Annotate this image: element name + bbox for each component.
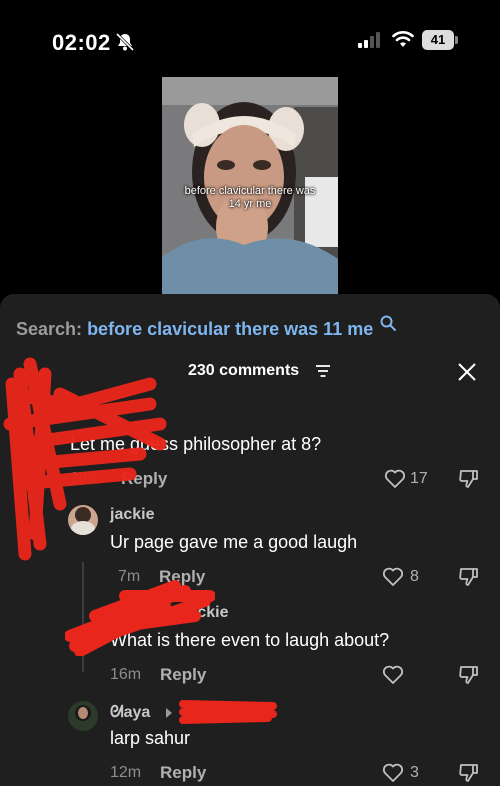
status-bar: 02:02 41 [0, 0, 500, 80]
comment-count: 230 comments [188, 362, 300, 379]
comment-text: larp sahur [110, 728, 191, 748]
comments-sheet: Search: before clavicular there was 11 m… [0, 294, 500, 786]
avatar[interactable] [68, 701, 98, 731]
battery-level: 41 [422, 30, 454, 50]
heart-icon[interactable] [382, 763, 404, 783]
redaction-scribble [65, 580, 215, 656]
search-icon [380, 315, 397, 331]
dislike-icon[interactable] [458, 566, 480, 588]
search-prefix: Search: [16, 319, 83, 339]
wifi-icon [392, 31, 414, 47]
comment-time: 16m [110, 666, 142, 683]
dislike-icon[interactable] [458, 664, 480, 686]
bell-slash-icon [115, 32, 135, 52]
heart-icon[interactable] [382, 567, 404, 587]
comment-time: 12m [110, 764, 142, 781]
video-thumbnail[interactable]: before clavicular there was 14 yr me [162, 77, 338, 295]
close-icon[interactable] [457, 362, 477, 382]
search-query-link[interactable]: before clavicular there was 11 me [87, 319, 373, 339]
username[interactable]: ᘛaya [110, 704, 150, 722]
status-time: 02:02 [52, 30, 111, 55]
search-suggestion[interactable]: Search: before clavicular there was 11 m… [16, 315, 397, 340]
redaction-scribble [3, 357, 167, 561]
heart-icon[interactable] [382, 665, 404, 685]
video-caption: before clavicular there was 14 yr me [184, 185, 316, 210]
like-count: 3 [410, 764, 419, 781]
heart-icon[interactable] [384, 469, 406, 489]
dislike-icon[interactable] [458, 762, 480, 784]
battery-icon: 41 [422, 30, 458, 50]
like-count: 17 [410, 470, 428, 487]
signal-icon [358, 32, 380, 48]
filter-icon[interactable] [316, 365, 330, 377]
reply-button[interactable]: Reply [160, 665, 206, 685]
dislike-icon[interactable] [458, 468, 480, 490]
reply-arrow-icon [166, 708, 172, 718]
redaction-scribble [179, 700, 277, 724]
like-count: 8 [410, 568, 419, 585]
reply-button[interactable]: Reply [160, 763, 206, 783]
